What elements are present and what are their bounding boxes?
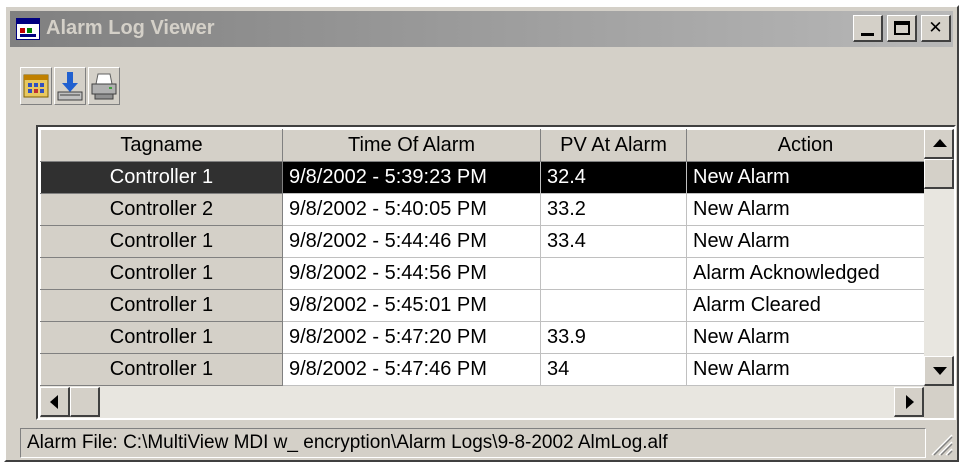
pv-cell[interactable]: 33.2 [540, 193, 687, 226]
pv-cell[interactable] [540, 257, 687, 290]
action-cell[interactable]: New Alarm [686, 225, 924, 258]
column-header-time[interactable]: Time Of Alarm [282, 129, 541, 162]
scrollbar-corner [924, 386, 954, 418]
close-icon: ✕ [928, 18, 943, 38]
action-cell[interactable]: New Alarm [686, 321, 924, 354]
time-cell[interactable]: 9/8/2002 - 5:44:46 PM [282, 225, 541, 258]
table-row[interactable]: Controller 1 9/8/2002 - 5:47:46 PM 34 Ne… [40, 353, 924, 386]
time-cell[interactable]: 9/8/2002 - 5:47:20 PM [282, 321, 541, 354]
vertical-scrollbar[interactable] [924, 129, 954, 386]
column-header-action[interactable]: Action [686, 129, 924, 162]
alarm-grid: Tagname Time Of Alarm PV At Alarm Action… [36, 125, 956, 420]
scroll-left-button[interactable] [40, 387, 70, 417]
tagname-cell[interactable]: Controller 1 [40, 289, 283, 322]
tagname-cell[interactable]: Controller 1 [40, 257, 283, 290]
arrow-up-icon [933, 139, 947, 147]
open-log-button[interactable] [20, 67, 52, 105]
action-cell[interactable]: New Alarm [686, 193, 924, 226]
tagname-cell[interactable]: Controller 1 [40, 225, 283, 258]
arrow-right-icon [906, 395, 914, 409]
tagname-cell[interactable]: Controller 1 [40, 353, 283, 386]
table-row[interactable]: Controller 1 9/8/2002 - 5:44:46 PM 33.4 … [40, 225, 924, 258]
horizontal-scroll-thumb[interactable] [70, 387, 100, 417]
action-cell[interactable]: Alarm Acknowledged [686, 257, 924, 290]
tagname-cell[interactable]: Controller 1 [40, 161, 283, 194]
pv-cell[interactable]: 32.4 [540, 161, 687, 194]
table-row[interactable]: Controller 2 9/8/2002 - 5:40:05 PM 33.2 … [40, 193, 924, 226]
pv-cell[interactable]: 33.4 [540, 225, 687, 258]
time-cell[interactable]: 9/8/2002 - 5:45:01 PM [282, 289, 541, 322]
action-cell[interactable]: Alarm Cleared [686, 289, 924, 322]
time-cell[interactable]: 9/8/2002 - 5:47:46 PM [282, 353, 541, 386]
save-download-icon [57, 72, 83, 101]
save-button[interactable] [54, 67, 86, 105]
close-button[interactable]: ✕ [921, 15, 951, 42]
pv-cell[interactable]: 33.9 [540, 321, 687, 354]
title-bar[interactable]: Alarm Log Viewer ✕ [10, 11, 953, 47]
tagname-cell[interactable]: Controller 2 [40, 193, 283, 226]
minimize-icon [861, 32, 874, 36]
status-bar: Alarm File: C:\MultiView MDI w_ encrypti… [20, 428, 926, 458]
table-row[interactable]: Controller 1 9/8/2002 - 5:44:56 PM Alarm… [40, 257, 924, 290]
tagname-cell[interactable]: Controller 1 [40, 321, 283, 354]
time-cell[interactable]: 9/8/2002 - 5:40:05 PM [282, 193, 541, 226]
alarm-table: Tagname Time Of Alarm PV At Alarm Action… [40, 129, 924, 386]
pv-cell[interactable]: 34 [540, 353, 687, 386]
scroll-right-button[interactable] [894, 387, 924, 417]
app-icon[interactable] [16, 18, 40, 40]
window-title: Alarm Log Viewer [46, 17, 215, 39]
print-button[interactable] [88, 67, 120, 105]
vertical-scroll-thumb[interactable] [924, 159, 954, 189]
open-log-icon [23, 74, 49, 98]
action-cell[interactable]: New Alarm [686, 353, 924, 386]
pv-cell[interactable] [540, 289, 687, 322]
scroll-up-button[interactable] [924, 129, 954, 159]
resize-grip-icon[interactable] [927, 430, 953, 456]
table-header-row: Tagname Time Of Alarm PV At Alarm Action [40, 129, 924, 162]
column-header-tagname[interactable]: Tagname [40, 129, 283, 162]
horizontal-scrollbar[interactable] [40, 386, 924, 418]
table-row[interactable]: Controller 1 9/8/2002 - 5:47:20 PM 33.9 … [40, 321, 924, 354]
time-cell[interactable]: 9/8/2002 - 5:39:23 PM [282, 161, 541, 194]
arrow-down-icon [933, 367, 947, 375]
minimize-button[interactable] [853, 15, 883, 42]
column-header-pv[interactable]: PV At Alarm [540, 129, 687, 162]
maximize-icon [893, 21, 910, 35]
table-row[interactable]: Controller 1 9/8/2002 - 5:39:23 PM 32.4 … [40, 161, 924, 194]
action-cell[interactable]: New Alarm [686, 161, 924, 194]
maximize-button[interactable] [887, 15, 917, 42]
alarm-log-viewer-window: Alarm Log Viewer ✕ Tagname Time Of Alarm… [4, 5, 959, 462]
time-cell[interactable]: 9/8/2002 - 5:44:56 PM [282, 257, 541, 290]
arrow-left-icon [50, 395, 58, 409]
print-icon [91, 73, 117, 100]
table-row[interactable]: Controller 1 9/8/2002 - 5:45:01 PM Alarm… [40, 289, 924, 322]
scroll-down-button[interactable] [924, 356, 954, 386]
